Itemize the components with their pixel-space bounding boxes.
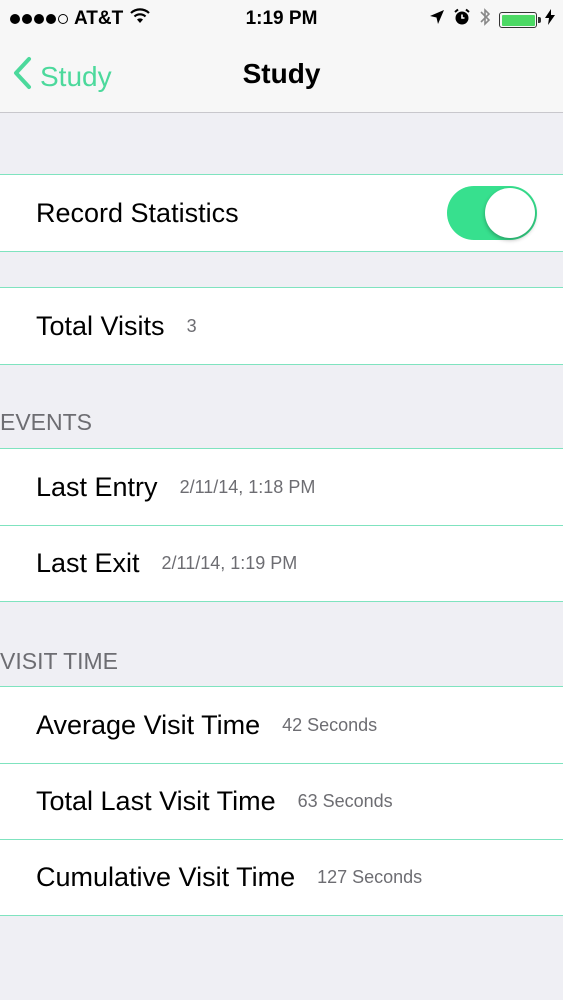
bluetooth-icon [479,7,491,33]
visit-time-section-header: VISIT TIME [0,648,119,674]
total-visits-row: Total Visits 3 [0,288,563,364]
last-entry-label: Last Entry [36,471,158,502]
record-statistics-row: Record Statistics [0,175,563,251]
page-title: Study [242,58,321,89]
total-last-visit-time-value: 63 Seconds [297,791,393,811]
total-visits-label: Total Visits [36,310,165,341]
record-statistics-label: Record Statistics [36,197,239,228]
screen: AT&T 1:19 PM Study Study Record Statisti… [0,0,563,1000]
record-statistics-group: Record Statistics [0,174,563,252]
status-bar-right [429,7,555,33]
last-exit-label: Last Exit [36,548,140,578]
average-visit-time-row: Average Visit Time 42 Seconds [0,687,563,763]
last-exit-row: Last Exit 2/11/14, 1:19 PM [0,525,563,601]
total-last-visit-time-label: Total Last Visit Time [36,786,276,816]
battery-level [501,14,535,26]
last-entry-value: 2/11/14, 1:18 PM [179,476,316,497]
average-visit-time-label: Average Visit Time [36,709,261,740]
toggle-knob [485,188,535,238]
events-section-header: EVENTS [0,409,93,435]
charging-bolt-icon [545,9,555,31]
cumulative-visit-time-value: 127 Seconds [317,867,423,887]
events-group: Last Entry 2/11/14, 1:18 PM Last Exit 2/… [0,448,563,602]
status-bar: AT&T 1:19 PM [0,0,563,38]
visit-time-group: Average Visit Time 42 Seconds Total Last… [0,686,563,916]
alarm-clock-icon [453,8,471,32]
last-exit-value: 2/11/14, 1:19 PM [161,553,298,573]
last-entry-row: Last Entry 2/11/14, 1:18 PM [0,449,563,525]
record-statistics-toggle[interactable] [447,186,537,240]
cumulative-visit-time-row: Cumulative Visit Time 127 Seconds [0,839,563,915]
battery-icon [499,12,541,28]
location-arrow-icon [429,9,445,31]
navigation-bar: Study Study [0,38,563,113]
total-last-visit-time-row: Total Last Visit Time 63 Seconds [0,763,563,839]
cumulative-visit-time-label: Cumulative Visit Time [36,862,296,892]
average-visit-time-value: 42 Seconds [282,714,378,735]
total-visits-group: Total Visits 3 [0,287,563,365]
total-visits-value: 3 [186,315,197,336]
